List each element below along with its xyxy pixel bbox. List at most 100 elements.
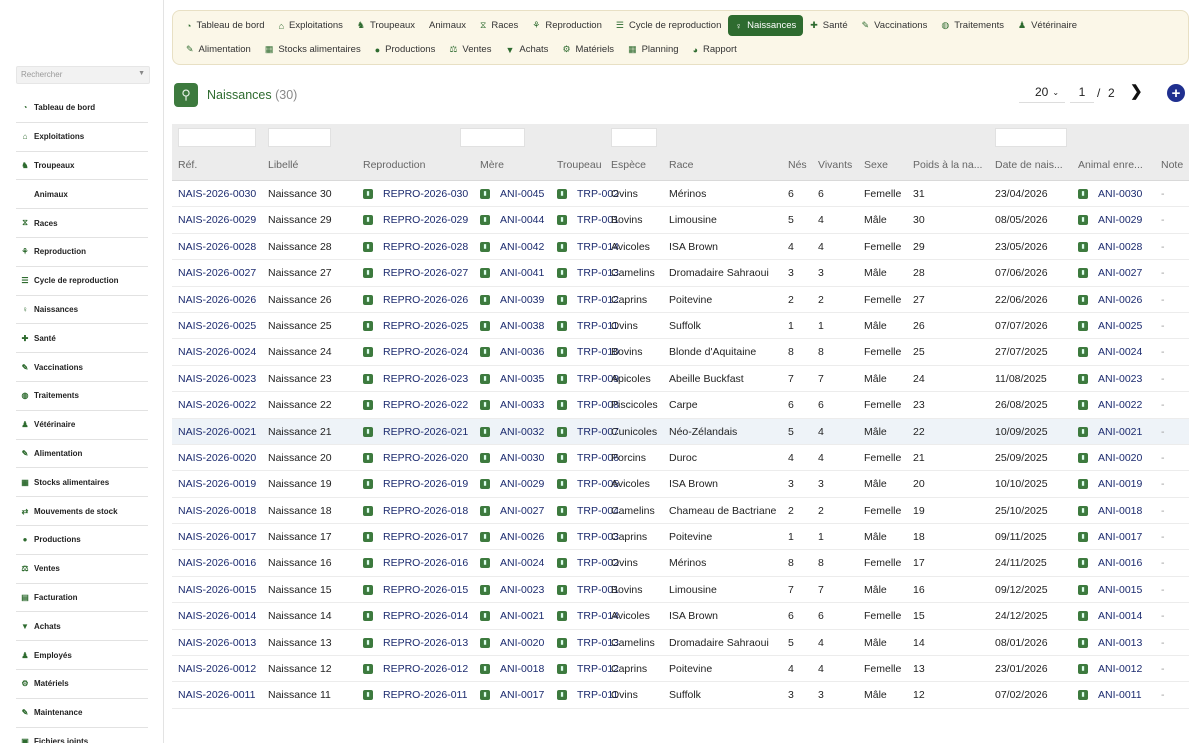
table-row[interactable]: NAIS-2026-0030 Naissance 30 ▮ REPRO-2026-03… [172,181,1189,208]
sidebar-search-select[interactable]: Rechercher ▼ [16,66,150,84]
sidebar-item-maintenance[interactable]: ✎ Maintenance [16,699,148,728]
table-row[interactable]: NAIS-2026-0012 Naissance 12 ▮ REPRO-2026-01… [172,656,1189,683]
table-cell[interactable]: NAIS-2026-0020 [178,452,256,464]
table-cell[interactable]: ANI-0011 [1098,689,1142,701]
table-cell[interactable]: NAIS-2026-0029 [178,214,256,226]
table-cell[interactable]: REPRO-2026-029 [383,214,468,226]
table-row[interactable]: NAIS-2026-0014 Naissance 14 ▮ REPRO-2026-01… [172,603,1189,630]
table-cell[interactable]: REPRO-2026-019 [383,478,468,490]
page-size-select[interactable]: 20 ⌄ [1019,82,1065,103]
table-cell[interactable]: REPRO-2026-028 [383,241,468,253]
nav-item-planning[interactable]: ▦ Planning [621,39,686,60]
table-row[interactable]: NAIS-2026-0022 Naissance 22 ▮ REPRO-2026-02… [172,392,1189,419]
table-cell[interactable]: NAIS-2026-0019 [178,478,256,490]
nav-item-stocks-alimentaires[interactable]: ▦ Stocks alimentaires [258,39,368,60]
table-row[interactable]: NAIS-2026-0015 Naissance 15 ▮ REPRO-2026-01… [172,576,1189,604]
column-header[interactable]: Troupeau [557,159,602,171]
sidebar-item-troupeaux[interactable]: ♞ Troupeaux [16,152,148,181]
table-row[interactable]: NAIS-2026-0021 Naissance 21 ▮ REPRO-2026-02… [172,418,1189,445]
sidebar-item-races[interactable]: ⧖ Races [16,209,148,238]
nav-item-alimentation[interactable]: ✎ Alimentation [179,39,258,60]
table-cell[interactable]: ANI-0013 [1098,637,1142,649]
table-cell[interactable]: NAIS-2026-0011 [178,689,255,701]
sidebar-item-employ-s[interactable]: ♟ Employés [16,641,148,670]
table-cell[interactable]: ANI-0027 [1098,267,1142,279]
table-cell[interactable]: ANI-0020 [500,637,544,649]
table-cell[interactable]: ANI-0038 [500,320,544,332]
nav-item-naissances[interactable]: ♀ Naissances [728,15,804,36]
table-row[interactable]: NAIS-2026-0023 Naissance 23 ▮ REPRO-2026-02… [172,365,1189,393]
sidebar-item-reproduction[interactable]: ⚘ Reproduction [16,238,148,267]
table-cell[interactable]: ANI-0017 [500,689,544,701]
table-cell[interactable]: REPRO-2026-014 [383,610,468,622]
column-header[interactable]: Libellé [268,159,298,171]
table-cell[interactable]: REPRO-2026-015 [383,584,468,596]
sidebar-item-v-t-rinaire[interactable]: ♟ Vétérinaire [16,411,148,440]
table-cell[interactable]: ANI-0036 [500,346,544,358]
table-row[interactable]: NAIS-2026-0026 Naissance 26 ▮ REPRO-2026-02… [172,286,1189,313]
table-cell[interactable]: ANI-0012 [1098,663,1142,675]
table-cell[interactable]: REPRO-2026-025 [383,320,468,332]
table-row[interactable]: NAIS-2026-0025 Naissance 25 ▮ REPRO-2026-02… [172,312,1189,340]
table-cell[interactable]: NAIS-2026-0018 [178,505,256,517]
column-header[interactable]: Espèce [611,159,646,171]
sidebar-item-animaux[interactable]: Animaux [16,180,148,210]
filter-birthdate-input[interactable] [995,128,1067,147]
table-cell[interactable]: NAIS-2026-0015 [178,584,256,596]
table-cell[interactable]: REPRO-2026-021 [383,426,468,438]
table-cell[interactable]: ANI-0021 [500,610,544,622]
add-button[interactable]: + [1167,84,1185,102]
table-cell[interactable]: ANI-0018 [500,663,544,675]
nav-item-cycle-de-reproduction[interactable]: ☰ Cycle de reproduction [609,15,729,36]
table-cell[interactable]: NAIS-2026-0025 [178,320,256,332]
table-cell[interactable]: REPRO-2026-011 [383,689,467,701]
table-row[interactable]: NAIS-2026-0028 Naissance 28 ▮ REPRO-2026-02… [172,233,1189,261]
table-cell[interactable]: ANI-0017 [1098,531,1142,543]
column-header[interactable]: Poids à la na... [913,159,982,171]
table-cell[interactable]: ANI-0032 [500,426,544,438]
sidebar-item-exploitations[interactable]: ⌂ Exploitations [16,123,148,152]
table-cell[interactable]: ANI-0022 [1098,399,1142,411]
sidebar-item-facturation[interactable]: ▤ Facturation [16,584,148,613]
column-header[interactable]: Sexe [864,159,888,171]
table-cell[interactable]: REPRO-2026-023 [383,373,468,385]
nav-item-exploitations[interactable]: ⌂ Exploitations [272,15,350,36]
sidebar-item-productions[interactable]: ● Productions [16,526,148,555]
table-cell[interactable]: ANI-0025 [1098,320,1142,332]
nav-item-mat-riels[interactable]: ⚙ Matériels [555,39,621,60]
nav-item-sant-[interactable]: ✚ Santé [803,15,854,36]
table-cell[interactable]: ANI-0021 [1098,426,1142,438]
table-cell[interactable]: ANI-0026 [1098,294,1142,306]
table-cell[interactable]: ANI-0027 [500,505,544,517]
table-cell[interactable]: NAIS-2026-0030 [178,188,256,200]
table-cell[interactable]: NAIS-2026-0027 [178,267,256,279]
table-cell[interactable]: NAIS-2026-0012 [178,663,256,675]
table-cell[interactable]: ANI-0024 [500,557,544,569]
nav-item-ventes[interactable]: ⚖ Ventes [442,39,498,60]
table-cell[interactable]: ANI-0020 [1098,452,1142,464]
table-cell[interactable]: ANI-0023 [1098,373,1142,385]
table-cell[interactable]: ANI-0018 [1098,505,1142,517]
table-cell[interactable]: REPRO-2026-012 [383,663,468,675]
table-row[interactable]: NAIS-2026-0017 Naissance 17 ▮ REPRO-2026-01… [172,524,1189,551]
table-cell[interactable]: ANI-0030 [500,452,544,464]
column-header[interactable]: Animal enre... [1078,159,1143,171]
table-cell[interactable]: REPRO-2026-016 [383,557,468,569]
nav-item-troupeaux[interactable]: ♞ Troupeaux [350,15,422,36]
sidebar-item-sant-[interactable]: ✚ Santé [16,324,148,354]
table-cell[interactable]: ANI-0044 [500,214,544,226]
nav-item-achats[interactable]: ▼ Achats [498,39,555,60]
column-header[interactable]: Mère [480,159,504,171]
table-cell[interactable]: REPRO-2026-017 [383,531,468,543]
chevron-right-icon[interactable]: ❯ [1130,82,1143,100]
table-row[interactable]: NAIS-2026-0019 Naissance 19 ▮ REPRO-2026-01… [172,471,1189,498]
table-row[interactable]: NAIS-2026-0016 Naissance 16 ▮ REPRO-2026-01… [172,550,1189,577]
sidebar-item-mouvements-de-stock[interactable]: ⇄ Mouvements de stock [16,497,148,526]
filter-species-input[interactable] [611,128,657,147]
sidebar-item-vaccinations[interactable]: ✎ Vaccinations [16,353,148,382]
filter-mother-input[interactable] [460,128,525,147]
column-header[interactable]: Note [1161,159,1183,171]
table-cell[interactable]: ANI-0033 [500,399,544,411]
table-cell[interactable]: REPRO-2026-018 [383,505,468,517]
nav-item-productions[interactable]: ● Productions [368,39,443,60]
